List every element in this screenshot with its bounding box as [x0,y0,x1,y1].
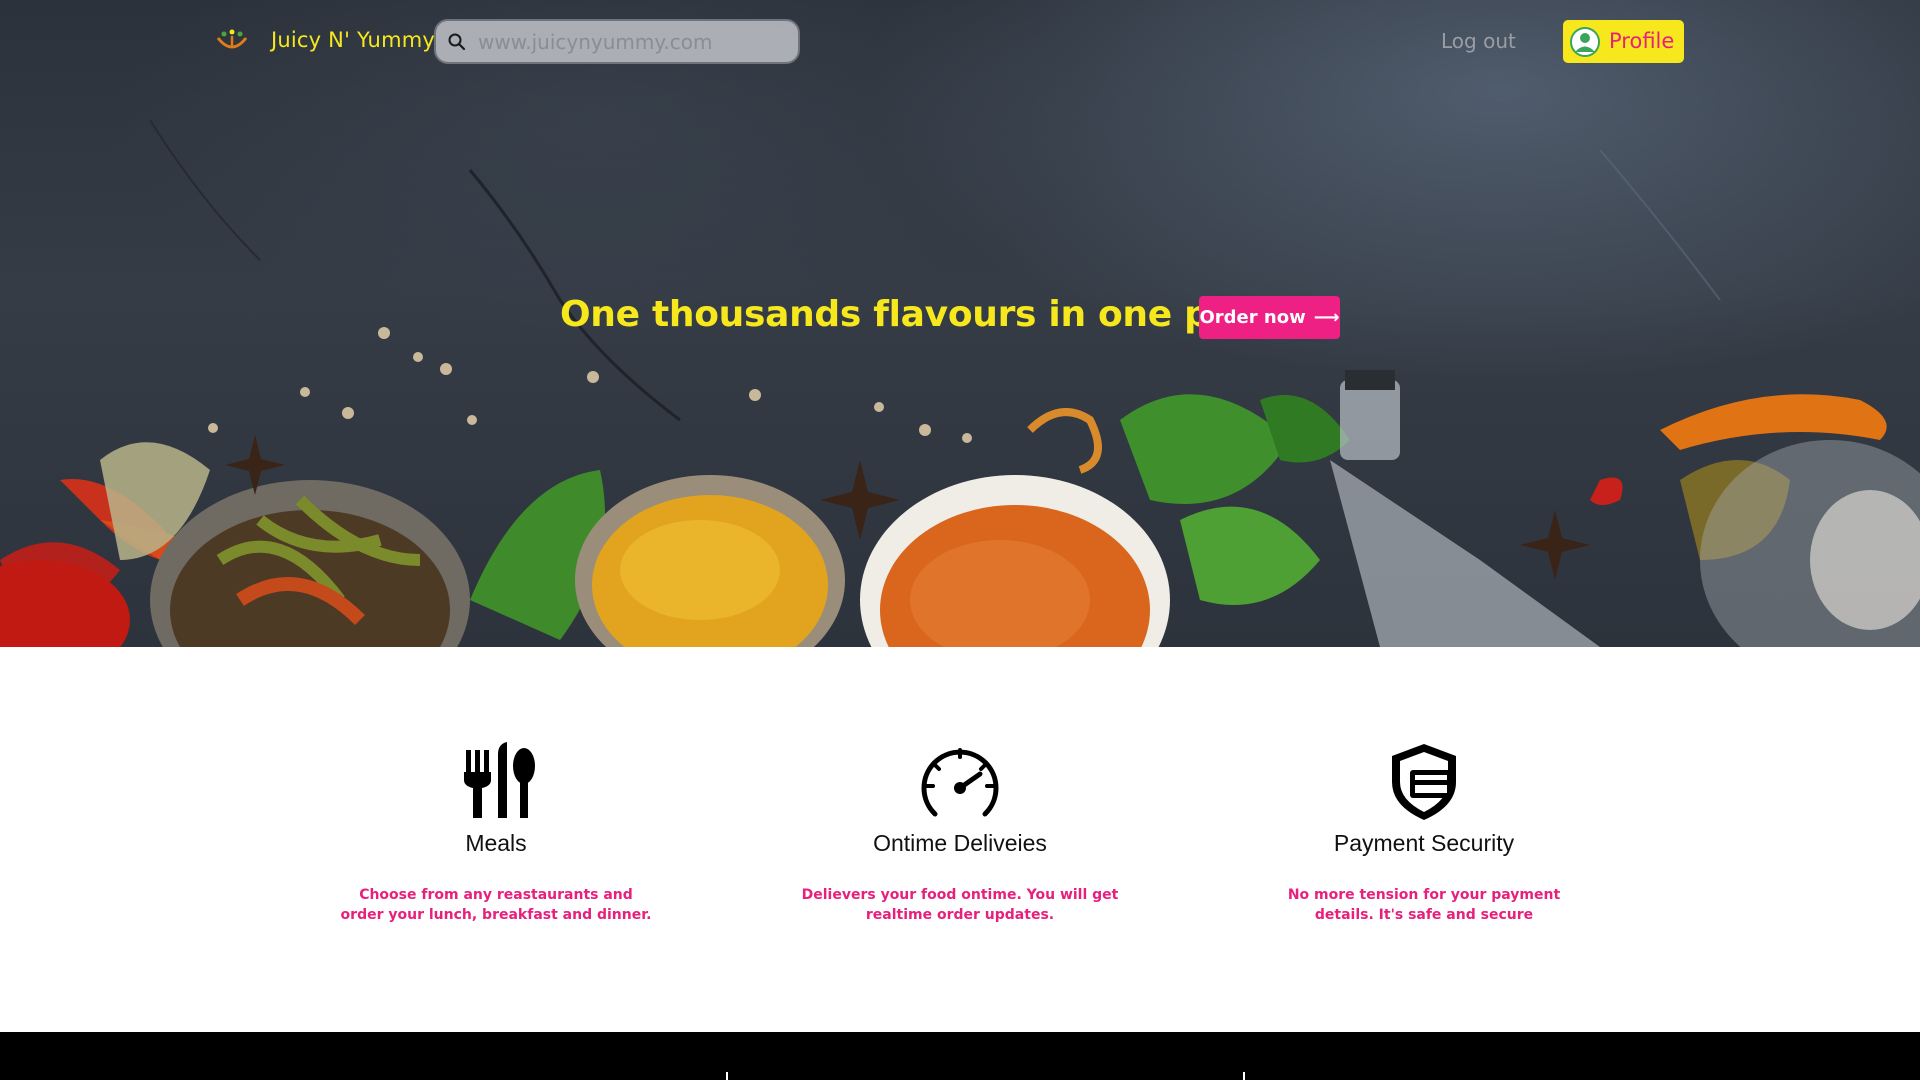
user-avatar-icon [1570,27,1600,57]
arrow-right-icon: ⟶ [1313,307,1340,328]
profile-button[interactable]: Profile [1563,20,1684,63]
feature-description: No more tension for your payment details… [1287,887,1561,923]
order-now-label: Order now [1199,307,1306,328]
brand-name[interactable]: Juicy N' Yummy [271,28,435,52]
feature-title: Meals [465,830,527,856]
shield-icon [1392,744,1456,820]
cutlery-icon [464,742,535,818]
footer-divider [726,1072,728,1080]
footer [0,1032,1920,1080]
profile-label: Profile [1609,29,1675,53]
search-bar[interactable] [434,19,800,64]
feature-description: Delievers your food ontime. You will get… [801,887,1119,923]
footer-divider [1243,1072,1245,1080]
hero-headline: One thousands flavours in one place [560,294,1291,335]
feature-title: Ontime Deliveies [873,830,1047,856]
search-input[interactable] [478,27,778,56]
speedometer-icon [921,748,999,817]
feature-description: Choose from any reastaurants and order y… [340,887,652,923]
brand-logo-icon[interactable] [214,28,250,56]
search-icon [448,33,466,51]
feature-meals: Meals Choose from any reastaurants and o… [306,742,686,925]
feature-ontime-deliveries: Ontime Deliveies Delievers your food ont… [770,742,1150,925]
feature-payment-security: Payment Security No more tension for you… [1234,742,1614,925]
feature-title: Payment Security [1333,830,1515,856]
logout-link[interactable]: Log out [1441,29,1516,53]
order-now-button[interactable]: Order now ⟶ [1199,296,1340,339]
